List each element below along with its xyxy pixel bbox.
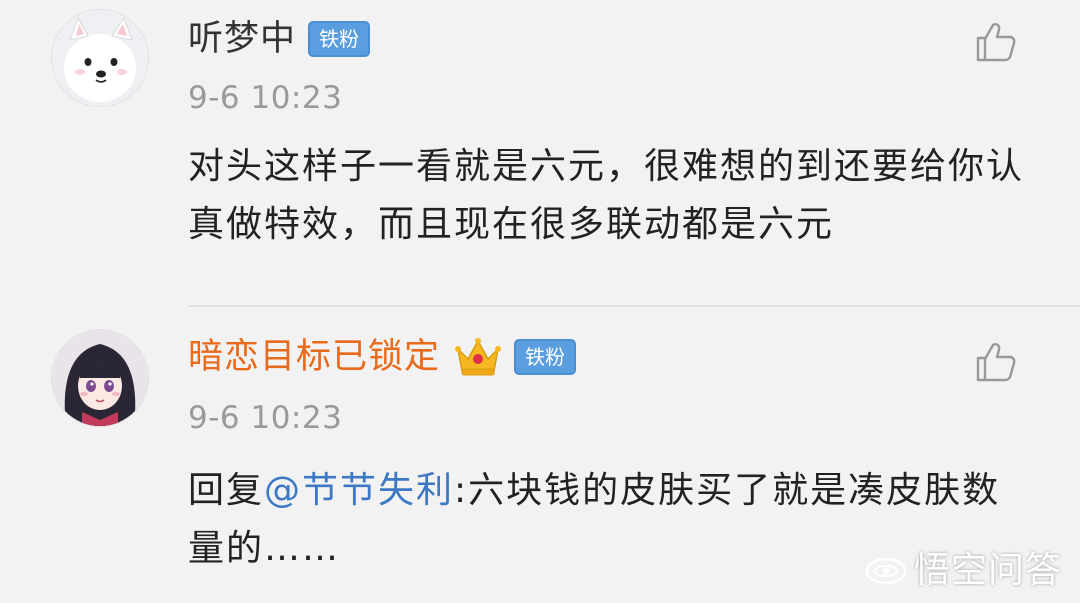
fan-badge: 铁粉 [514, 339, 577, 375]
username[interactable]: 听梦中 [188, 14, 296, 64]
like-button[interactable] [972, 338, 1020, 386]
thumbs-up-icon [976, 23, 1016, 62]
thumbs-up-icon [976, 343, 1016, 382]
watermark-text: 悟空问答 [913, 550, 1062, 591]
comment-header: 听梦中 铁粉 [188, 14, 371, 64]
comment-feed: 听梦中 铁粉 9-6 10:23 对头这样子一看就是六元，很难想的到还要给你认真… [0, 0, 1080, 603]
watermark: 悟空问答 [864, 549, 1062, 593]
wukong-logo-icon [865, 557, 907, 585]
comment-item: 听梦中 铁粉 9-6 10:23 对头这样子一看就是六元，很难想的到还要给你认真… [0, 0, 1080, 306]
comment-timestamp: 9-6 10:23 [188, 400, 343, 436]
user-mention-link[interactable]: @节节失利 [264, 470, 454, 511]
like-button[interactable] [972, 18, 1020, 66]
username[interactable]: 暗恋目标已锁定 [188, 332, 440, 382]
fan-badge: 铁粉 [308, 21, 371, 57]
anime-girl-avatar[interactable] [52, 330, 148, 426]
comment-timestamp: 9-6 10:23 [188, 80, 343, 116]
comment-header: 暗恋目标已锁定 铁粉 [188, 332, 577, 382]
comment-text: 对头这样子一看就是六元，很难想的到还要给你认真做特效，而且现在很多联动都是六元 [188, 146, 1025, 245]
crown-icon [455, 338, 502, 376]
reply-prefix: 回复 [188, 470, 265, 511]
white-dog-avatar[interactable] [52, 10, 148, 106]
